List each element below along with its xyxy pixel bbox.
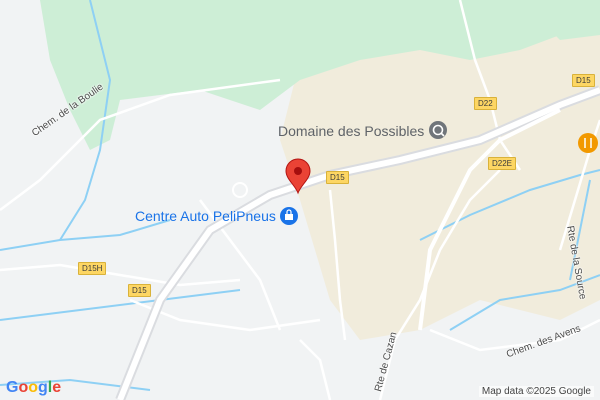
google-logo: Google [6, 379, 61, 397]
road-badge-d15h: D15H [78, 262, 107, 275]
road-badge-d15-c: D15 [128, 284, 151, 297]
road-badge-d15-a: D15 [326, 171, 349, 184]
poi-centre-auto-label[interactable]: Centre Auto PeliPneus [135, 208, 276, 224]
logo-letter: G [6, 379, 19, 396]
shopping-bag-icon[interactable] [280, 207, 298, 225]
map-attribution[interactable]: Map data ©2025 Google [478, 386, 594, 397]
road-badge-d22: D22 [474, 97, 497, 110]
winery-icon[interactable] [429, 121, 447, 139]
map-canvas[interactable] [0, 0, 600, 400]
logo-letter: e [52, 379, 62, 396]
road-badge-d15-b: D15 [572, 74, 595, 87]
fork-knife-icon[interactable] [578, 133, 598, 153]
poi-domaine-label[interactable]: Domaine des Possibles [278, 123, 424, 139]
logo-letter: g [38, 379, 48, 396]
road-badge-d22e: D22E [488, 157, 517, 170]
logo-letter: o [18, 379, 29, 396]
logo-letter: o [28, 379, 39, 396]
